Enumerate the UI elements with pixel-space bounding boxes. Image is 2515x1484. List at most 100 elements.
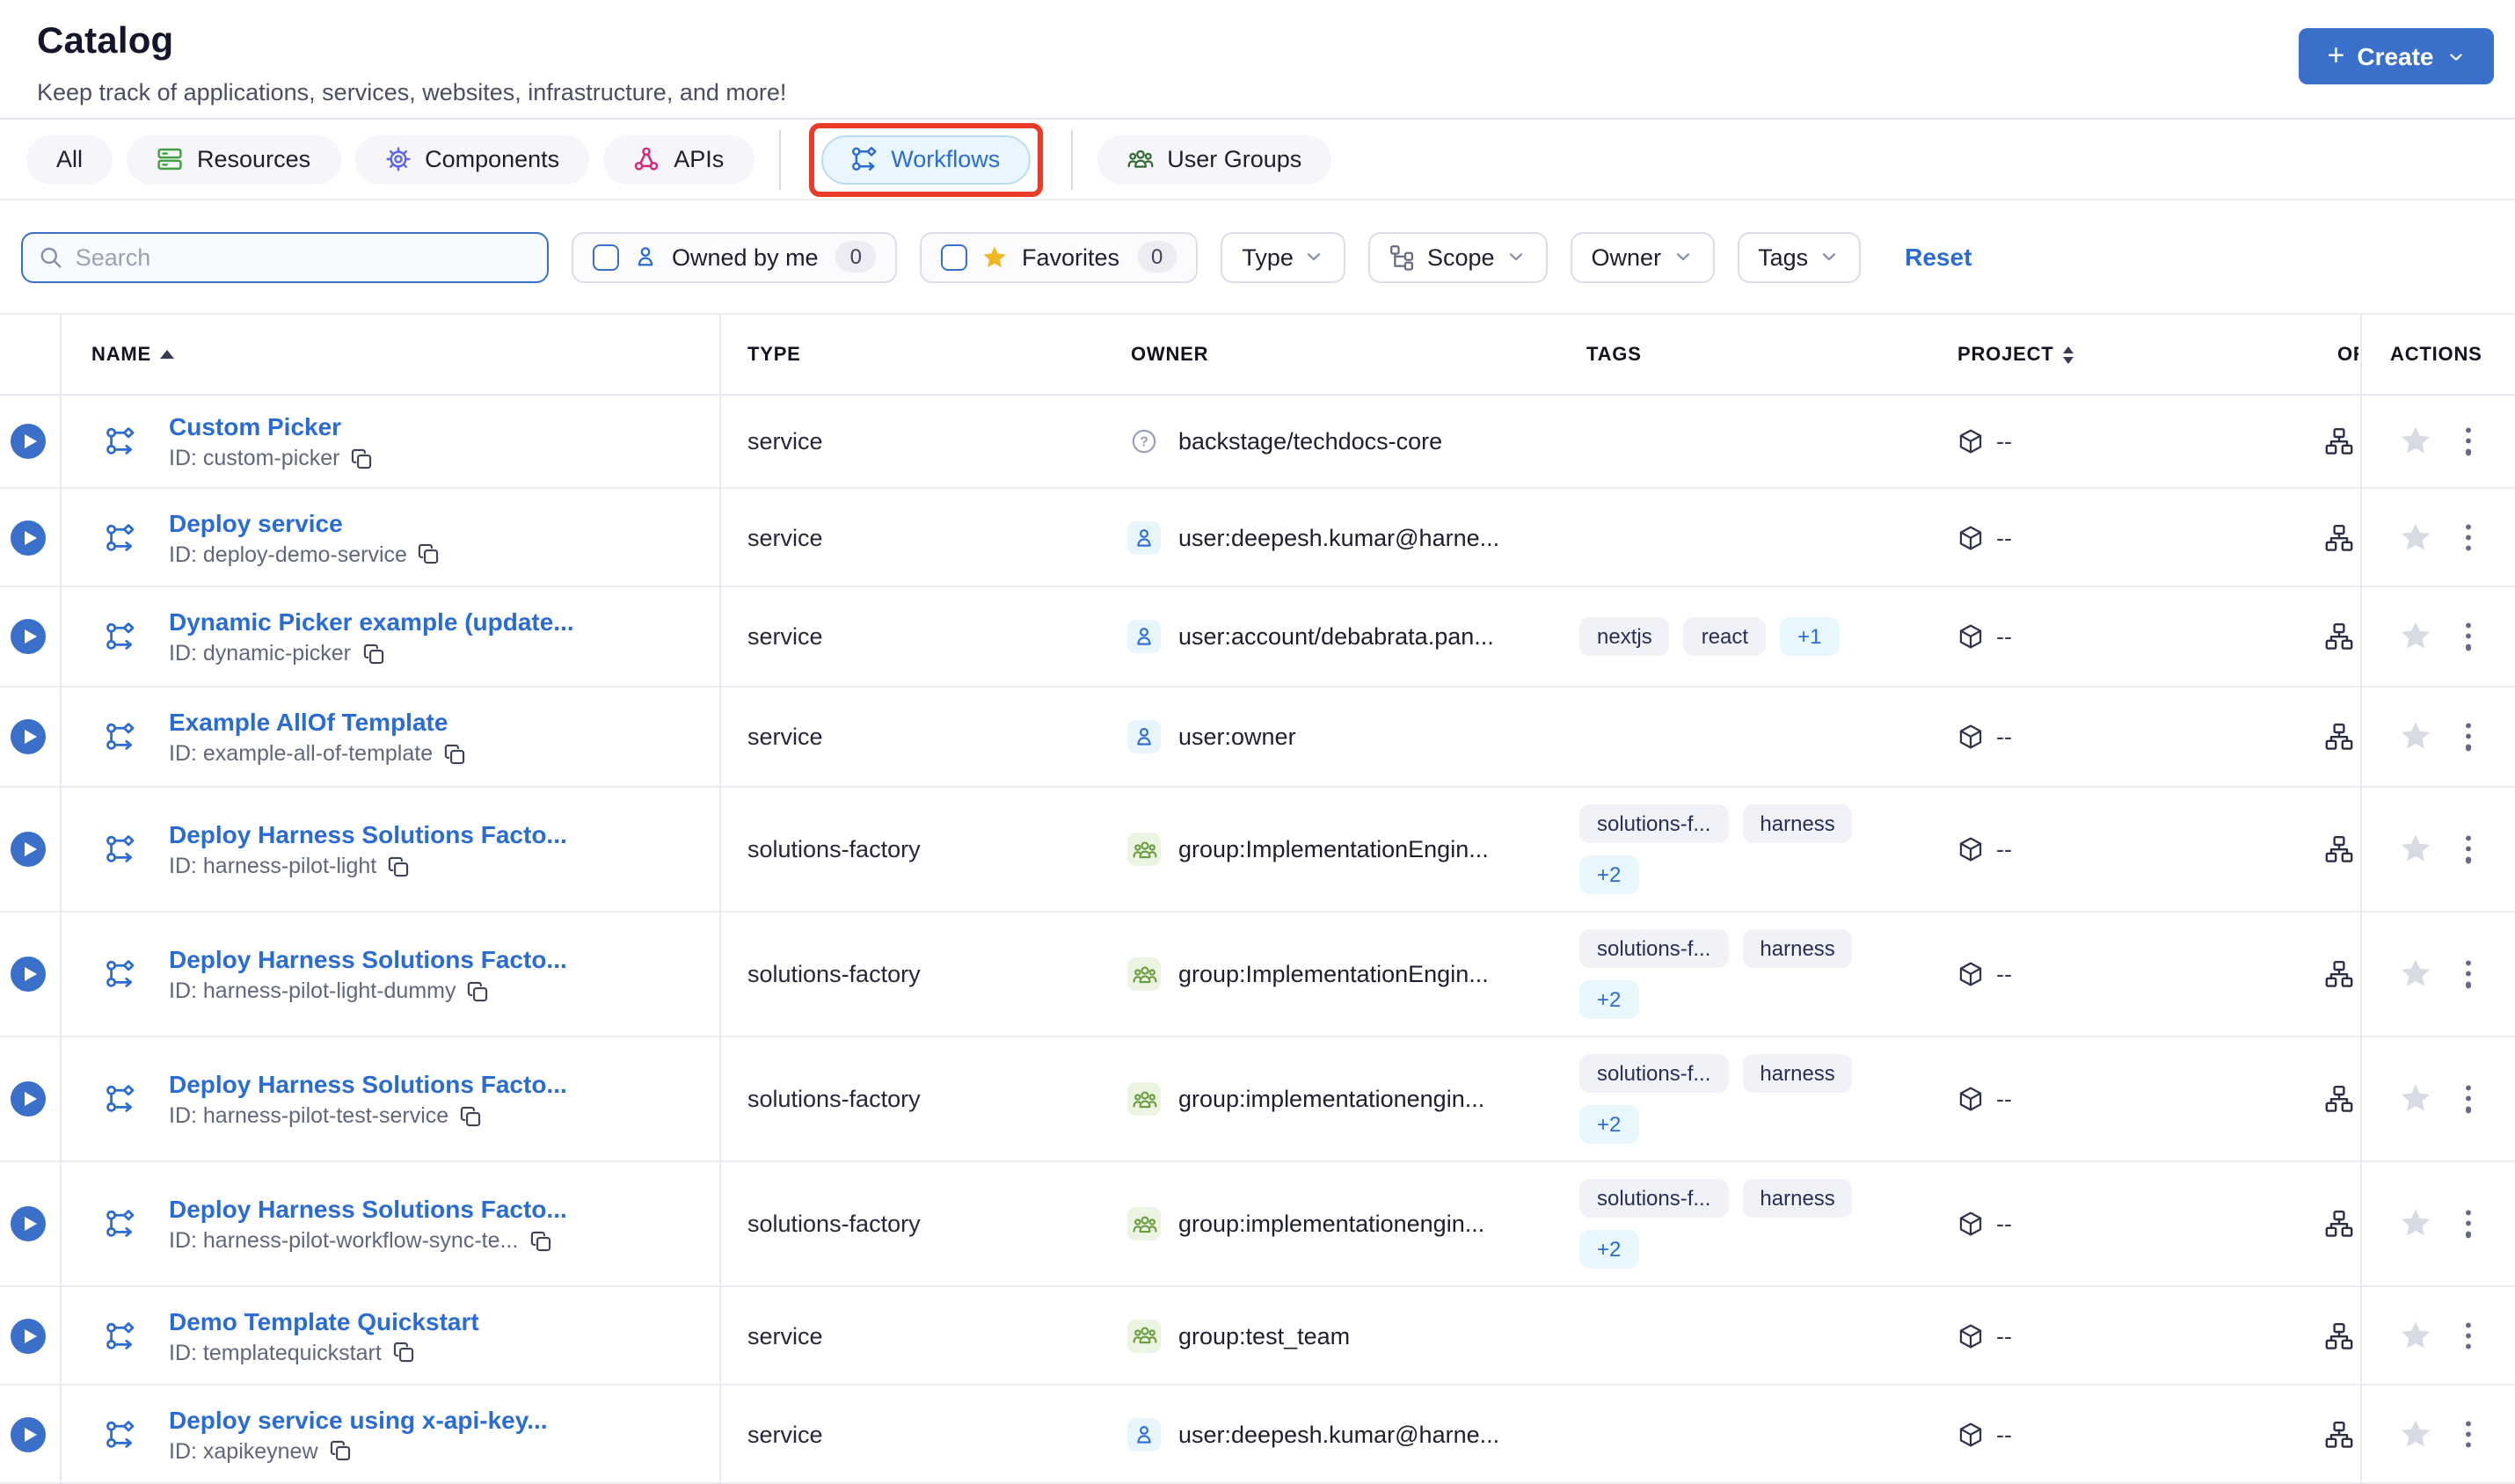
- favorite-star-button[interactable]: [2399, 1319, 2432, 1352]
- workflow-icon: [106, 959, 135, 989]
- kebab-menu-button[interactable]: [2460, 422, 2476, 460]
- column-header-org-truncated: OR: [2337, 344, 2358, 365]
- favorite-star-button[interactable]: [2399, 1417, 2432, 1451]
- type-cell: service: [747, 1322, 823, 1349]
- entity-name-link[interactable]: Deploy Harness Solutions Facto...: [169, 820, 567, 848]
- more-tags-pill[interactable]: +2: [1579, 1230, 1639, 1269]
- entity-name-link[interactable]: Deploy service: [169, 508, 441, 536]
- play-button[interactable]: [11, 719, 46, 754]
- copy-icon[interactable]: [392, 1341, 415, 1364]
- type-dropdown[interactable]: Type: [1221, 231, 1346, 282]
- favorite-star-button[interactable]: [2399, 957, 2432, 991]
- tags-dropdown[interactable]: Tags: [1737, 231, 1862, 282]
- owned-by-me-filter[interactable]: Owned by me 0: [572, 231, 897, 282]
- play-button[interactable]: [11, 1081, 46, 1117]
- entity-name-link[interactable]: Deploy service using x-api-key...: [169, 1405, 548, 1433]
- copy-icon[interactable]: [443, 742, 466, 765]
- sitemap-icon[interactable]: [2325, 1321, 2353, 1349]
- play-button[interactable]: [11, 832, 46, 867]
- favorite-star-button[interactable]: [2399, 1082, 2432, 1116]
- owned-by-me-checkbox[interactable]: [593, 244, 619, 270]
- kebab-menu-button[interactable]: [2460, 830, 2476, 868]
- sitemap-icon[interactable]: [2325, 622, 2353, 651]
- sitemap-icon[interactable]: [2325, 1085, 2353, 1113]
- kebab-menu-button[interactable]: [2460, 1316, 2476, 1354]
- copy-icon[interactable]: [459, 1104, 482, 1127]
- copy-icon[interactable]: [329, 1439, 352, 1462]
- reset-filters-button[interactable]: Reset: [1905, 243, 1972, 271]
- play-button[interactable]: [11, 1206, 46, 1241]
- tab-user-groups[interactable]: User Groups: [1097, 135, 1332, 184]
- tab-workflows[interactable]: Workflows: [820, 135, 1031, 184]
- copy-icon[interactable]: [529, 1229, 551, 1252]
- entity-name-link[interactable]: Deploy Harness Solutions Facto...: [169, 1070, 567, 1098]
- favorites-filter[interactable]: Favorites 0: [919, 231, 1199, 282]
- play-icon: [24, 967, 36, 981]
- sitemap-icon[interactable]: [2325, 960, 2353, 988]
- create-button[interactable]: + Create: [2299, 28, 2494, 84]
- tab-all[interactable]: All: [26, 135, 113, 184]
- entity-name-link[interactable]: Custom Picker: [169, 412, 374, 440]
- entity-name-link[interactable]: Dynamic Picker example (update...: [169, 607, 574, 636]
- favorite-star-button[interactable]: [2399, 520, 2432, 554]
- favorite-star-button[interactable]: [2399, 720, 2432, 753]
- play-button[interactable]: [11, 424, 46, 459]
- more-tags-pill[interactable]: +2: [1579, 1105, 1639, 1144]
- favorite-star-button[interactable]: [2399, 425, 2432, 458]
- owner-dropdown[interactable]: Owner: [1570, 231, 1715, 282]
- sitemap-icon[interactable]: [2325, 835, 2353, 863]
- sitemap-icon[interactable]: [2325, 1420, 2353, 1448]
- column-divider: [2360, 315, 2362, 1484]
- workflow-icon: [106, 1419, 135, 1449]
- copy-icon[interactable]: [387, 855, 410, 877]
- favorite-star-button[interactable]: [2399, 833, 2432, 866]
- favorite-star-button[interactable]: [2399, 1207, 2432, 1240]
- tab-components[interactable]: Components: [354, 135, 590, 184]
- scope-tree-icon: [1390, 244, 1417, 270]
- kebab-menu-button[interactable]: [2460, 1415, 2476, 1452]
- favorites-checkbox[interactable]: [940, 244, 967, 270]
- copy-icon[interactable]: [467, 979, 490, 1002]
- entity-name-link[interactable]: Deploy Harness Solutions Facto...: [169, 1195, 567, 1223]
- more-tags-pill[interactable]: +2: [1579, 855, 1639, 894]
- column-header-name[interactable]: NAME: [91, 344, 174, 365]
- more-tags-pill[interactable]: +2: [1579, 980, 1639, 1019]
- tab-resources[interactable]: Resources: [127, 135, 341, 184]
- type-cell: solutions-factory: [747, 1211, 921, 1237]
- play-button[interactable]: [11, 1318, 46, 1353]
- play-button[interactable]: [11, 520, 46, 555]
- tab-apis[interactable]: APIs: [603, 135, 754, 184]
- copy-icon[interactable]: [351, 447, 374, 469]
- kebab-menu-button[interactable]: [2460, 1080, 2476, 1117]
- kebab-menu-button[interactable]: [2460, 518, 2476, 556]
- tab-user-groups-label: User Groups: [1167, 146, 1302, 172]
- play-button[interactable]: [11, 619, 46, 654]
- entity-name-link[interactable]: Demo Template Quickstart: [169, 1306, 479, 1335]
- question-icon: [1127, 425, 1161, 458]
- group-icon: [1127, 1207, 1161, 1240]
- search-input[interactable]: [75, 244, 531, 270]
- star-icon: [981, 244, 1008, 270]
- kebab-menu-button[interactable]: [2460, 717, 2476, 755]
- entity-name-link[interactable]: Deploy Harness Solutions Facto...: [169, 945, 567, 973]
- kebab-menu-button[interactable]: [2460, 955, 2476, 993]
- entity-id: ID: harness-pilot-test-service: [169, 1103, 449, 1128]
- column-header-project[interactable]: PROJECT: [1957, 344, 2074, 365]
- play-button[interactable]: [11, 957, 46, 992]
- copy-icon[interactable]: [418, 542, 441, 565]
- more-tags-pill[interactable]: +1: [1780, 617, 1840, 656]
- package-icon: [1957, 724, 1984, 750]
- kebab-menu-button[interactable]: [2460, 617, 2476, 655]
- favorite-star-button[interactable]: [2399, 620, 2432, 653]
- sitemap-icon[interactable]: [2325, 723, 2353, 751]
- kebab-menu-button[interactable]: [2460, 1204, 2476, 1242]
- sitemap-icon[interactable]: [2325, 523, 2353, 551]
- tag-pill: solutions-f...: [1579, 1054, 1729, 1093]
- play-button[interactable]: [11, 1416, 46, 1451]
- sitemap-icon[interactable]: [2325, 1210, 2353, 1238]
- copy-icon[interactable]: [361, 642, 384, 665]
- sitemap-icon[interactable]: [2325, 427, 2353, 455]
- owner-cell: group:implementationengin...: [1178, 1086, 1485, 1112]
- entity-name-link[interactable]: Example AllOf Template: [169, 708, 466, 736]
- scope-dropdown[interactable]: Scope: [1368, 231, 1548, 282]
